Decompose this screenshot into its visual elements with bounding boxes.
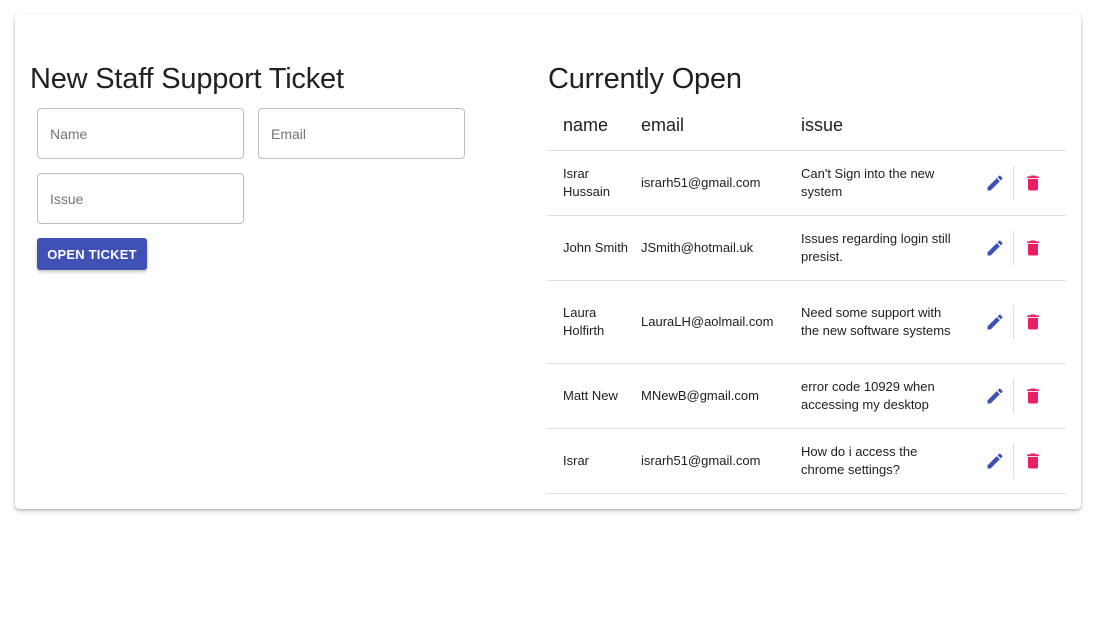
delete-button[interactable] xyxy=(1022,450,1044,472)
cell-issue: Need some support with the new software … xyxy=(801,305,951,338)
issue-input[interactable] xyxy=(37,173,244,224)
edit-button[interactable] xyxy=(984,172,1006,194)
table-row: Laura Holfirth LauraLH@aolmail.com Need … xyxy=(547,281,1066,364)
table-row: Israr israrh51@gmail.com How do i access… xyxy=(547,429,1066,494)
name-input[interactable] xyxy=(37,108,244,159)
email-input[interactable] xyxy=(258,108,465,159)
edit-button[interactable] xyxy=(984,385,1006,407)
edit-button[interactable] xyxy=(984,237,1006,259)
table-header: name email issue xyxy=(547,100,1066,151)
cell-name: Matt New xyxy=(563,388,618,403)
edit-button[interactable] xyxy=(984,450,1006,472)
action-divider xyxy=(1013,379,1014,413)
delete-button[interactable] xyxy=(1022,311,1044,333)
form-title: New Staff Support Ticket xyxy=(30,63,344,95)
cell-name: Israr Hussain xyxy=(563,166,610,199)
tickets-title: Currently Open xyxy=(548,63,742,95)
table-row: Matt New MNewB@gmail.com error code 1092… xyxy=(547,364,1066,429)
delete-button[interactable] xyxy=(1022,385,1044,407)
column-header-issue: issue xyxy=(801,115,844,135)
delete-button[interactable] xyxy=(1022,237,1044,259)
pencil-icon xyxy=(987,388,1003,404)
cell-email: MNewB@gmail.com xyxy=(641,388,759,403)
cell-email: JSmith@hotmail.uk xyxy=(641,240,754,255)
trash-icon xyxy=(1027,314,1039,330)
cell-email: israrh51@gmail.com xyxy=(641,175,761,190)
trash-icon xyxy=(1027,175,1039,191)
column-header-name: name xyxy=(563,115,609,135)
trash-icon xyxy=(1027,453,1039,469)
tickets-table: name email issue Israr Hussain israrh51@… xyxy=(547,100,1066,494)
open-ticket-button[interactable]: OPEN TICKET xyxy=(37,238,147,270)
cell-name: Israr xyxy=(563,453,589,468)
cell-issue: Issues regarding login still presist. xyxy=(801,231,951,264)
trash-icon xyxy=(1027,240,1039,256)
pencil-icon xyxy=(987,240,1003,256)
cell-email: LauraLH@aolmail.com xyxy=(641,314,774,329)
table-row: John Smith JSmith@hotmail.uk Issues rega… xyxy=(547,216,1066,281)
cell-issue: How do i access the chrome settings? xyxy=(801,444,918,477)
ticket-card: New Staff Support Ticket OPEN TICKET Cur… xyxy=(15,14,1081,509)
cell-issue: error code 10929 when accessing my deskt… xyxy=(801,379,935,412)
pencil-icon xyxy=(987,314,1003,330)
action-divider xyxy=(1013,305,1014,339)
cell-issue: Can't Sign into the new system xyxy=(801,166,935,199)
action-divider xyxy=(1013,444,1014,478)
pencil-icon xyxy=(987,175,1003,191)
action-divider xyxy=(1013,231,1014,265)
table-row: Israr Hussain israrh51@gmail.com Can't S… xyxy=(547,151,1066,216)
column-header-email: email xyxy=(641,115,685,135)
edit-button[interactable] xyxy=(984,311,1006,333)
cell-name: John Smith xyxy=(563,240,629,255)
cell-name: Laura Holfirth xyxy=(563,305,605,338)
action-divider xyxy=(1013,166,1014,200)
delete-button[interactable] xyxy=(1022,172,1044,194)
pencil-icon xyxy=(987,453,1003,469)
cell-email: israrh51@gmail.com xyxy=(641,453,761,468)
trash-icon xyxy=(1027,388,1039,404)
